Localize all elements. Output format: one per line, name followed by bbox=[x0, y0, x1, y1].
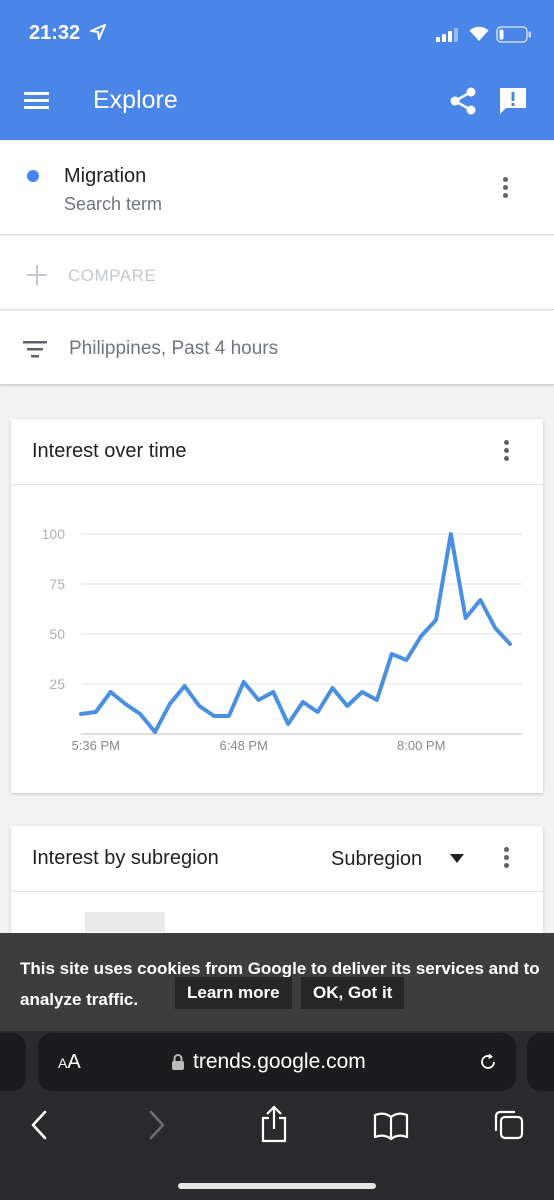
cellular-signal-icon bbox=[436, 28, 458, 42]
lock-icon bbox=[172, 1054, 184, 1070]
plus-icon bbox=[27, 265, 47, 285]
x-tick-label: 6:48 PM bbox=[220, 738, 268, 753]
next-tab-preview[interactable] bbox=[527, 1033, 554, 1091]
share-icon bbox=[450, 87, 476, 115]
card-header: Interest over time bbox=[11, 419, 543, 485]
y-tick-label: 75 bbox=[49, 576, 65, 592]
menu-button[interactable] bbox=[22, 88, 52, 112]
learn-more-button[interactable]: Learn more bbox=[175, 977, 292, 1009]
browser-toolbar: AA trends.google.com bbox=[0, 1031, 554, 1200]
aa-large-letter: A bbox=[67, 1051, 81, 1073]
y-tick-label: 50 bbox=[49, 626, 65, 642]
app-header: 21:32 Explore bbox=[0, 0, 554, 140]
forward-chevron-icon[interactable] bbox=[146, 1109, 168, 1141]
chart-more-options-button[interactable] bbox=[494, 437, 518, 467]
y-tick-label: 100 bbox=[42, 526, 66, 542]
home-indicator bbox=[178, 1183, 376, 1189]
subregion-more-options-button[interactable] bbox=[494, 844, 518, 874]
previous-tab-preview[interactable] bbox=[0, 1033, 26, 1091]
bookmarks-icon[interactable] bbox=[372, 1111, 410, 1141]
back-chevron-icon[interactable] bbox=[28, 1109, 50, 1141]
feedback-icon bbox=[500, 88, 526, 114]
search-term-type: Search term bbox=[64, 194, 163, 214]
status-bar: 21:32 bbox=[0, 20, 554, 48]
address-bar[interactable]: AA trends.google.com bbox=[38, 1033, 516, 1091]
map-preview bbox=[85, 912, 165, 932]
status-time: 21:32 bbox=[29, 22, 81, 44]
compare-button[interactable]: COMPARE bbox=[68, 266, 156, 286]
tabs-icon[interactable] bbox=[492, 1109, 526, 1141]
reader-text-size-button[interactable]: AA bbox=[58, 1051, 81, 1074]
wifi-icon bbox=[469, 26, 489, 41]
cookie-banner: This site uses cookies from Google to de… bbox=[0, 933, 554, 1031]
location-arrow-icon bbox=[90, 24, 106, 40]
interest-by-subregion-title: Interest by subregion bbox=[32, 847, 219, 869]
page-title: Explore bbox=[93, 86, 178, 114]
subregion-dropdown[interactable]: Subregion bbox=[331, 848, 422, 871]
interest-over-time-title: Interest over time bbox=[32, 440, 187, 462]
interest-over-time-chart: 2550751005:36 PM6:48 PM8:00 PM9:12 PM bbox=[42, 526, 522, 753]
battery-icon bbox=[496, 26, 531, 43]
feedback-button[interactable] bbox=[498, 86, 528, 121]
dropdown-arrow-icon bbox=[450, 854, 464, 863]
series-line-migration bbox=[79, 532, 512, 734]
card-header: Interest by subregion Subregion bbox=[11, 826, 543, 892]
url-text: trends.google.com bbox=[193, 1050, 366, 1073]
y-tick-label: 25 bbox=[49, 676, 65, 692]
hamburger-menu-icon bbox=[24, 92, 49, 109]
interest-by-subregion-card: Interest by subregion Subregion bbox=[11, 826, 543, 946]
search-term-name: Migration bbox=[64, 165, 147, 187]
share-button[interactable] bbox=[448, 86, 478, 121]
filter-icon bbox=[23, 341, 47, 358]
share-sheet-icon[interactable] bbox=[258, 1105, 290, 1143]
app-bar: Explore bbox=[0, 78, 554, 124]
x-tick-label: 8:00 PM bbox=[397, 738, 445, 753]
x-tick-label: 5:36 PM bbox=[72, 738, 120, 753]
interest-over-time-card: Interest over time 25 50 75 100 5:36 PM 6:48 … bbox=[11, 419, 543, 793]
term-color-dot bbox=[27, 170, 39, 182]
term-more-options-button[interactable] bbox=[493, 174, 517, 204]
aa-small-letter: A bbox=[58, 1055, 68, 1071]
reload-icon bbox=[481, 1053, 495, 1069]
filter-summary: Philippines, Past 4 hours bbox=[69, 338, 279, 359]
ok-got-it-button[interactable]: OK, Got it bbox=[301, 977, 405, 1009]
